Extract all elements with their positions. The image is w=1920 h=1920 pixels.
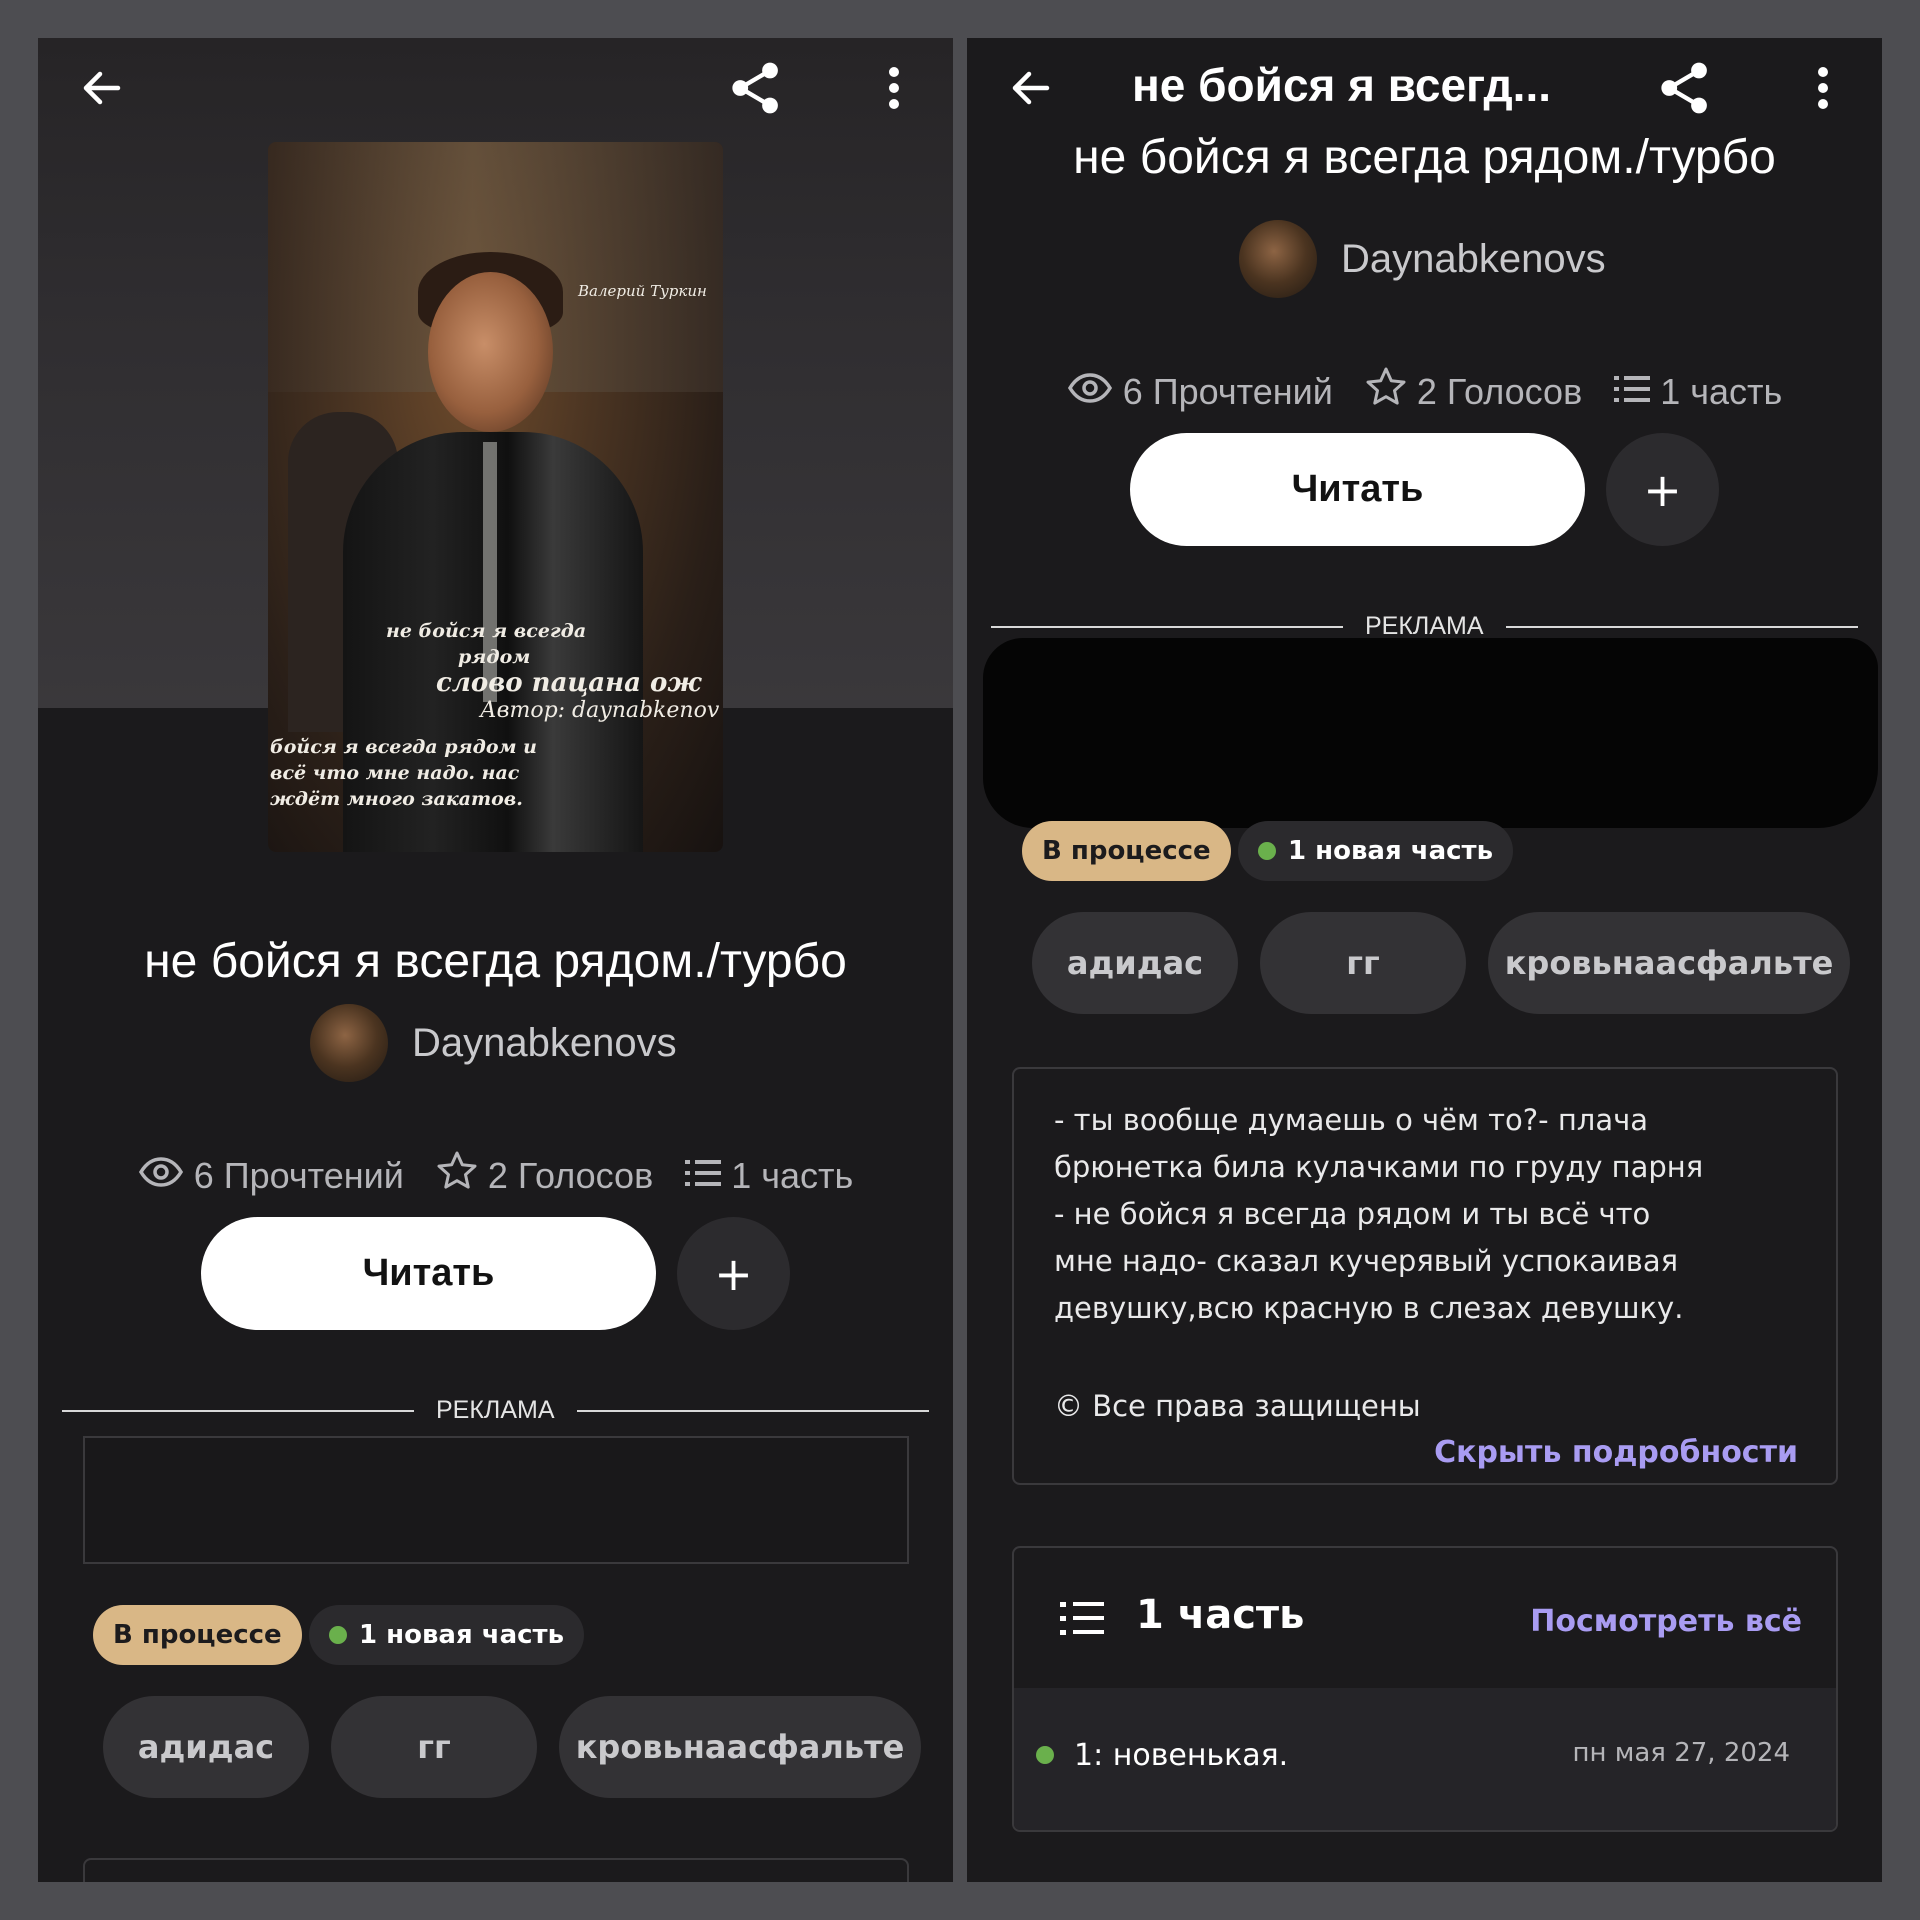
cover-face <box>428 272 553 432</box>
tag-chip[interactable]: адидас <box>1032 912 1238 1014</box>
parts-header-label: 1 часть <box>1136 1592 1305 1638</box>
description-card: - ты вообще думаешь о чём то?- плача брю… <box>1012 1067 1838 1485</box>
star-icon <box>436 1150 478 1201</box>
ad-divider <box>1506 626 1858 628</box>
description-card-partial <box>83 1858 909 1882</box>
tag-chip[interactable]: кровьнаасфальте <box>1488 912 1850 1014</box>
book-title: не бойся я всегда рядом./турбо <box>144 935 847 988</box>
add-to-library-button[interactable]: + <box>1606 433 1719 546</box>
author-link[interactable]: Daynabkenovs <box>310 1004 677 1082</box>
back-arrow-icon[interactable] <box>74 60 130 116</box>
cover-text-line: всё что мне надо. нас <box>270 762 520 784</box>
new-dot-icon <box>1036 1746 1054 1764</box>
avatar <box>310 1004 388 1082</box>
ad-divider <box>62 1410 414 1412</box>
status-badge: В процессе <box>1022 821 1231 881</box>
parts-header: 1 часть Посмотреть всё <box>1014 1548 1836 1688</box>
ad-label: РЕКЛАМА <box>1365 612 1484 640</box>
reads-stat: 6 Прочтений <box>1067 371 1333 413</box>
votes-stat: 2 Голосов <box>436 1150 653 1201</box>
add-to-library-button[interactable]: + <box>677 1217 790 1330</box>
new-part-label: 1 новая часть <box>359 1620 565 1650</box>
cover-text-line: ждёт много закатов. <box>270 788 523 810</box>
tag-chip[interactable]: гг <box>1260 912 1466 1014</box>
parts-count: 1 часть <box>731 1154 854 1196</box>
ad-slot[interactable] <box>83 1436 909 1564</box>
ad-divider <box>577 1410 929 1412</box>
cover-text-line: слово пацана ож <box>436 668 702 698</box>
back-arrow-icon[interactable] <box>1003 60 1059 116</box>
cover-text-line: рядом <box>458 646 531 668</box>
book-title: не бойся я всегда рядом./турбо <box>1073 131 1776 184</box>
votes-count: 2 Голосов <box>487 1154 654 1196</box>
read-button[interactable]: Читать <box>201 1217 656 1330</box>
list-icon <box>1060 1600 1104 1642</box>
cover-text-line: бойся я всегда рядом и <box>270 736 537 758</box>
avatar <box>1239 220 1317 298</box>
hide-details-link[interactable]: Скрыть подробности <box>1434 1435 1798 1470</box>
ad-label: РЕКЛАМА <box>436 1396 555 1424</box>
votes-stat: 2 Голосов <box>1365 366 1582 417</box>
copyright-text: © Все права защищены <box>1054 1389 1421 1423</box>
read-button[interactable]: Читать <box>1130 433 1585 546</box>
left-screen: Валерий Туркин не бойся я всегда рядом с… <box>38 38 953 1882</box>
part-date: пн мая 27, 2024 <box>1572 1738 1791 1768</box>
cover-text-line: Автор: daynabkenov <box>480 698 720 723</box>
eye-icon <box>138 1155 184 1197</box>
tag-chip[interactable]: гг <box>331 1696 537 1798</box>
book-stats: 6 Прочтений 2 Голосов 1 часть <box>967 366 1882 417</box>
list-icon <box>1614 371 1651 413</box>
more-vert-icon[interactable] <box>1795 60 1851 116</box>
reads-count: 6 Прочтений <box>193 1154 404 1196</box>
description-text: - ты вообще думаешь о чём то?- плача брю… <box>1054 1103 1704 1325</box>
cover-text-line: не бойся я всегда <box>386 620 587 642</box>
new-part-badge: 1 новая часть <box>1238 821 1514 881</box>
list-icon <box>685 1155 722 1197</box>
ad-divider <box>991 626 1343 628</box>
parts-count: 1 часть <box>1660 370 1783 412</box>
more-vert-icon[interactable] <box>866 60 922 116</box>
cover-signature: Валерий Туркин <box>578 282 707 300</box>
parts-stat: 1 часть <box>685 1155 853 1197</box>
share-icon[interactable] <box>728 60 784 116</box>
redacted-ad-slot <box>983 638 1878 828</box>
new-dot-icon <box>329 1626 347 1644</box>
votes-count: 2 Голосов <box>1416 370 1583 412</box>
book-cover[interactable]: Валерий Туркин не бойся я всегда рядом с… <box>268 142 723 852</box>
new-part-badge: 1 новая часть <box>309 1605 585 1665</box>
see-all-link[interactable]: Посмотреть всё <box>1530 1604 1802 1639</box>
author-link[interactable]: Daynabkenovs <box>1239 220 1606 298</box>
share-icon[interactable] <box>1657 60 1713 116</box>
star-icon <box>1365 366 1407 417</box>
parts-card: 1 часть Посмотреть всё 1: новенькая. пн … <box>1012 1546 1838 1832</box>
toolbar-title: не бойся я всегд... <box>1132 59 1552 111</box>
reads-stat: 6 Прочтений <box>138 1155 404 1197</box>
part-title: 1: новенькая. <box>1074 1738 1289 1773</box>
tag-chip[interactable]: кровьнаасфальте <box>559 1696 921 1798</box>
right-screen: не бойся я всегда рядом./турбо не бойся … <box>967 38 1882 1882</box>
author-name: Daynabkenovs <box>412 1020 677 1065</box>
status-badge: В процессе <box>93 1605 302 1665</box>
reads-count: 6 Прочтений <box>1122 370 1333 412</box>
eye-icon <box>1067 371 1113 413</box>
new-dot-icon <box>1258 842 1276 860</box>
parts-stat: 1 часть <box>1614 371 1782 413</box>
top-bar: не бойся я всегд... <box>967 38 1882 124</box>
list-item[interactable]: 1: новенькая. пн мая 27, 2024 <box>1014 1688 1836 1830</box>
top-bar <box>38 38 953 130</box>
book-stats: 6 Прочтений 2 Голосов 1 часть <box>38 1150 953 1201</box>
new-part-label: 1 новая часть <box>1288 836 1494 866</box>
author-name: Daynabkenovs <box>1341 236 1606 281</box>
tag-chip[interactable]: адидас <box>103 1696 309 1798</box>
